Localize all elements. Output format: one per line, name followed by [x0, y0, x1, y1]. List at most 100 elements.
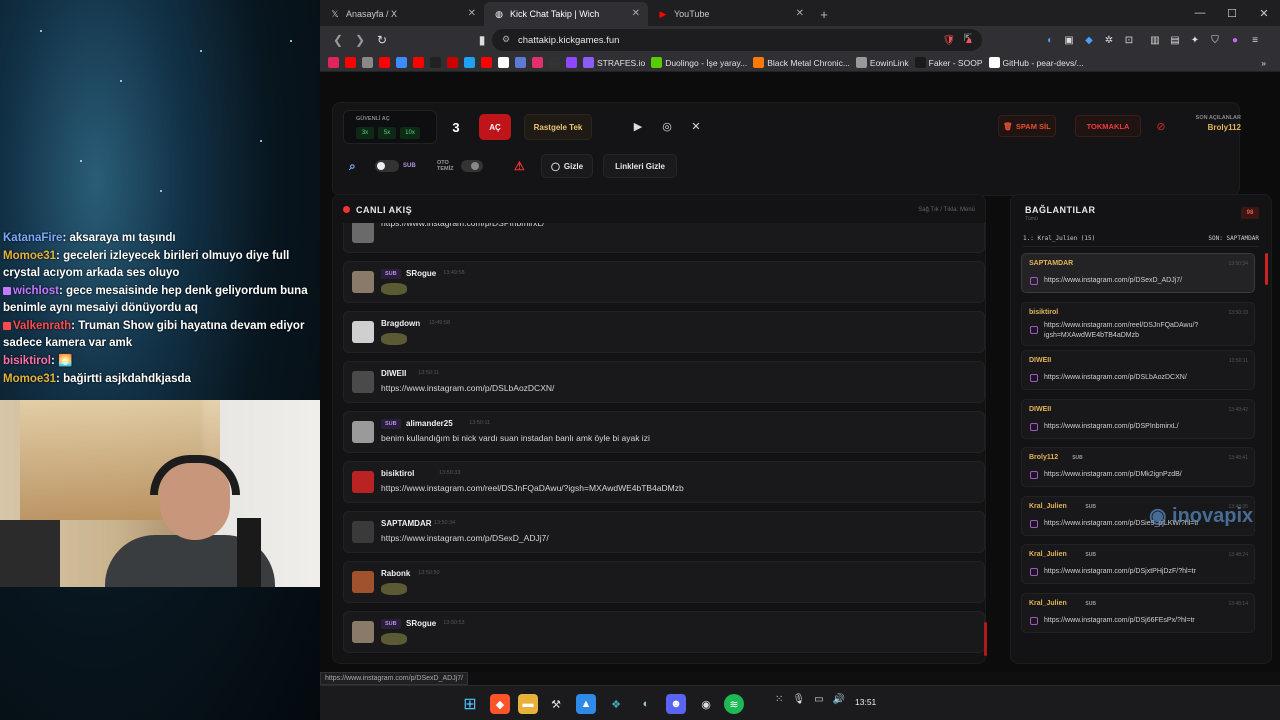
search-icon[interactable]: ⌕: [349, 155, 356, 177]
link-url[interactable]: https://www.instagram.com/p/DSPInbmirxL/: [1044, 422, 1249, 432]
tab-kick-chat[interactable]: ◍ Kick Chat Takip | Wich ✕: [484, 2, 648, 26]
tab-x[interactable]: 𝕏 Anasayfa / X ✕: [320, 2, 484, 26]
link-card[interactable]: Kral_Julien SUB 13:48:24 https://www.instag…: [1021, 544, 1255, 584]
close-icon[interactable]: ✕: [468, 8, 476, 19]
menu-icon[interactable]: ≡: [1246, 31, 1264, 49]
network-icon[interactable]: ▭: [814, 694, 823, 705]
youtube-icon[interactable]: ▶: [629, 117, 647, 135]
link-url[interactable]: https://www.instagram.com/p/DMk2ignPzdB/: [1044, 470, 1249, 480]
feed-scroll-indicator[interactable]: [984, 622, 987, 656]
link-card[interactable]: SAPTAMDAR 13:50:34 https://www.instagram.c…: [1021, 253, 1255, 293]
link-url[interactable]: https://www.instagram.com/p/DSLbAozDCXN/: [1044, 373, 1249, 383]
link-card[interactable]: bisiktirol 13:50:33 https://www.instagram.…: [1021, 301, 1255, 346]
leo-icon[interactable]: ✦: [1186, 31, 1204, 49]
link-card[interactable]: DIWEII 13:49:42 https://www.instagram.com/…: [1021, 398, 1255, 439]
maximize-icon[interactable]: ☐: [1216, 0, 1248, 26]
x-logo-icon[interactable]: ✕: [687, 117, 705, 135]
new-tab-button[interactable]: +: [812, 2, 836, 26]
message-username[interactable]: bisiktirol: [381, 469, 414, 478]
wallet-icon[interactable]: ▤: [1166, 31, 1184, 49]
photos-icon[interactable]: ▲: [576, 694, 596, 714]
bookmark-icon[interactable]: ▮: [472, 30, 492, 50]
bookmark-item[interactable]: GitHub - pear-devs/...: [988, 57, 1084, 68]
link-url[interactable]: https://www.instagram.com/p/DSj66FEsPx/?…: [1044, 616, 1249, 626]
forward-icon[interactable]: ❯: [350, 30, 370, 50]
toggle-switch[interactable]: [461, 160, 483, 172]
sidebar-icon[interactable]: ▥: [1146, 31, 1164, 49]
bookmark-item[interactable]: Duolingo - İşe yaray...: [651, 57, 747, 68]
bookmark-item[interactable]: [549, 57, 560, 68]
bookmark-item[interactable]: [413, 57, 424, 68]
extension-d-icon[interactable]: ⊡: [1120, 31, 1138, 49]
message-username[interactable]: SAPTAMDAR: [381, 519, 432, 528]
file-explorer-icon[interactable]: ▬: [518, 694, 538, 714]
spam-delete-button[interactable]: 🗑 SPAM SİL: [998, 115, 1056, 137]
bookmark-item[interactable]: [345, 57, 356, 68]
rewards-icon[interactable]: ▲: [960, 31, 978, 49]
close-icon[interactable]: ✕: [796, 8, 804, 19]
brave-shield-icon[interactable]: 🛡: [940, 31, 958, 49]
message-username[interactable]: alimander25: [406, 419, 453, 428]
bookmark-item[interactable]: [532, 57, 543, 68]
discord-icon[interactable]: ☻: [666, 694, 686, 714]
feed-message[interactable]: SUB SRogue 13:50:53: [343, 611, 985, 653]
microphone-icon[interactable]: 🎙: [792, 694, 805, 705]
bookmark-item[interactable]: [566, 57, 577, 68]
bookmark-item[interactable]: [328, 57, 339, 68]
bookmarks-overflow-icon[interactable]: »: [1261, 58, 1266, 68]
vpn-icon[interactable]: ⛉: [1206, 31, 1224, 49]
link-card[interactable]: Broly112 SUB 13:48:41 https://www.instagram…: [1021, 447, 1255, 487]
message-text[interactable]: https://www.instagram.com/reel/DSJnFQaDA…: [381, 483, 684, 493]
feed-message[interactable]: Rabonk 13:50:50: [343, 561, 985, 603]
feed-message[interactable]: DIWEII 13:50:11 https://www.instagram.com/…: [343, 361, 985, 403]
message-username[interactable]: DIWEII: [381, 369, 406, 378]
instagram-icon[interactable]: ◎: [658, 117, 676, 135]
bookmark-item[interactable]: [464, 57, 475, 68]
multiplier-10x-button[interactable]: 10x: [400, 127, 420, 139]
feed-message[interactable]: SUB alimander25 13:50:11 benim kullandığım …: [343, 411, 985, 453]
multiplier-5x-button[interactable]: 5x: [378, 127, 396, 139]
bookmark-item[interactable]: STRAFES.io: [583, 57, 645, 68]
random-single-button[interactable]: Rastgele Tek: [524, 114, 592, 140]
bookmark-item[interactable]: EowinLink: [855, 57, 909, 68]
profile-icon[interactable]: ●: [1226, 31, 1244, 49]
steam-icon[interactable]: ◐: [636, 694, 656, 714]
address-bar[interactable]: ⚙ chattakip.kickgames.fun ⇱: [492, 29, 982, 51]
toggle-switch[interactable]: [375, 160, 399, 172]
tool-icon[interactable]: ⚒: [546, 694, 566, 714]
hide-links-button[interactable]: Linkleri Gizle: [603, 154, 677, 178]
link-url[interactable]: https://www.instagram.com/reel/DSJnFQaDA…: [1044, 321, 1249, 341]
tray-apps-icon[interactable]: ⁙: [775, 694, 783, 705]
bookmark-item[interactable]: [481, 57, 492, 68]
bookmark-item[interactable]: Faker - SOOP: [914, 57, 983, 68]
extensions-icon[interactable]: ✲: [1100, 31, 1118, 49]
spotify-icon[interactable]: ≋: [724, 694, 744, 714]
brave-browser-icon[interactable]: ◆: [490, 694, 510, 714]
message-text[interactable]: https://www.instagram.com/p/DSexD_ADJj7/: [381, 533, 549, 543]
site-info-icon[interactable]: ⚙: [502, 34, 510, 45]
clock[interactable]: 13:51: [855, 697, 876, 707]
message-username[interactable]: Bragdown: [381, 319, 420, 328]
message-text[interactable]: benim kullandığım bi nick vardı suan ins…: [381, 433, 650, 443]
tokmakla-button[interactable]: TOKMAKLA: [1075, 115, 1141, 137]
volume-icon[interactable]: 🔊: [833, 694, 845, 705]
link-card[interactable]: Kral_Julien SUB 13:48:14 https://www.instag…: [1021, 592, 1255, 633]
extension-b-icon[interactable]: ▣: [1060, 31, 1078, 49]
feed-message[interactable]: SAPTAMDAR 13:50:34 https://www.instagram.c…: [343, 511, 985, 553]
obs-icon[interactable]: ◉: [696, 694, 716, 714]
feed-message[interactable]: https://www.instagram.com/p/DSPInbmirxL/: [343, 223, 985, 253]
message-username[interactable]: SRogue: [406, 269, 436, 278]
bookmark-item[interactable]: [362, 57, 373, 68]
block-icon[interactable]: ⊘: [1151, 115, 1171, 137]
message-username[interactable]: SRogue: [406, 619, 436, 628]
open-count[interactable]: 3: [445, 113, 467, 141]
bookmark-item[interactable]: [447, 57, 458, 68]
warning-icon[interactable]: ⚠: [514, 155, 525, 177]
feed-message[interactable]: bisiktirol 13:50:33 https://www.instagram.…: [343, 461, 985, 503]
extension-c-icon[interactable]: ◆: [1080, 31, 1098, 49]
links-scrollbar[interactable]: [1265, 253, 1268, 285]
multiplier-3x-button[interactable]: 3x: [356, 127, 374, 139]
bookmark-item[interactable]: [498, 57, 509, 68]
message-username[interactable]: Rabonk: [381, 569, 410, 578]
bookmark-item[interactable]: [396, 57, 407, 68]
